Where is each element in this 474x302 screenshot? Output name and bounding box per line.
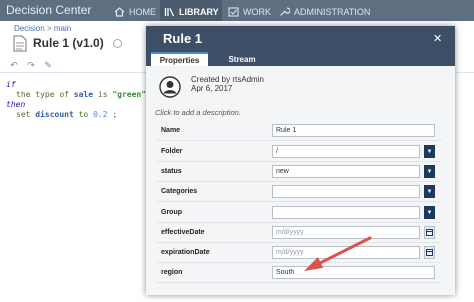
code-line-then: then <box>6 100 146 110</box>
home-icon <box>114 7 125 17</box>
nav-work[interactable]: WORK <box>228 5 271 19</box>
property-label: status <box>161 168 182 175</box>
chevron-down-icon[interactable]: ▼ <box>424 165 435 178</box>
info-icon[interactable] <box>113 39 122 48</box>
editor-toolbar: ↶ ↷ ✎ <box>8 60 54 71</box>
redo-icon[interactable]: ↷ <box>25 60 37 71</box>
code-number: 0.2 <box>93 110 108 119</box>
dialog-title: Rule 1 <box>163 31 203 46</box>
wrench-icon <box>280 7 290 16</box>
status-select[interactable]: new <box>272 165 420 178</box>
property-label: Folder <box>161 148 183 155</box>
undo-icon[interactable]: ↶ <box>8 60 20 71</box>
code-variable-sale: sale <box>73 90 94 99</box>
property-label: effectiveDate <box>161 229 205 236</box>
code-line-condition: the type of sale is "green" <box>6 90 146 100</box>
property-label: Categories <box>161 188 198 195</box>
edit-menu-icon[interactable]: ✎ <box>42 60 54 71</box>
property-row-status: status new ▼ <box>156 164 442 182</box>
keyword-then: then <box>6 100 26 109</box>
app-brand: Decision Center <box>6 3 92 17</box>
breadcrumb: Decision > main <box>14 24 71 33</box>
breadcrumb-separator: > <box>46 24 52 33</box>
code-text: set <box>16 110 36 119</box>
property-label: region <box>161 269 183 276</box>
page-title: Rule 1 (v1.0) <box>33 36 104 50</box>
chevron-down-icon[interactable]: ▼ <box>424 145 435 158</box>
code-string-green: "green" <box>112 90 147 99</box>
code-line-if: if <box>6 80 146 90</box>
calendar-icon <box>426 229 433 236</box>
keyword-if: if <box>6 80 16 89</box>
tab-stream[interactable]: Stream <box>218 52 266 66</box>
nav-work-label: WORK <box>243 7 271 17</box>
property-row-group: Group ▼ <box>156 205 442 223</box>
chevron-down-icon[interactable]: ▼ <box>424 206 435 219</box>
region-field[interactable]: South <box>272 266 435 279</box>
calendar-icon <box>426 249 433 256</box>
rule-properties-dialog: Rule 1 ✕ Properties Stream Created by rt… <box>146 26 455 295</box>
user-avatar-icon <box>159 76 181 98</box>
nav-home-label: HOME <box>129 7 156 17</box>
property-row-folder: Folder / ▼ <box>156 144 442 162</box>
property-label: Group <box>161 209 182 216</box>
document-icon <box>13 35 27 52</box>
created-date-text: Apr 6, 2017 <box>191 84 233 93</box>
property-row-categories: Categories ▼ <box>156 184 442 202</box>
rule-code-editor[interactable]: if the type of sale is "green" then set … <box>6 80 146 120</box>
nav-home[interactable]: HOME <box>114 5 156 19</box>
chevron-down-icon[interactable]: ▼ <box>424 185 435 198</box>
code-text: the type of <box>16 90 74 99</box>
library-icon <box>164 8 175 17</box>
nav-library[interactable]: LIBRARY <box>164 5 219 19</box>
property-label: Name <box>161 127 181 134</box>
close-icon[interactable]: ✕ <box>433 32 442 45</box>
effective-date-field[interactable]: m/d/yyyy <box>272 226 420 239</box>
top-nav-bar: Decision Center HOME LIBRARY WORK ADMINI… <box>0 0 474 21</box>
description-placeholder[interactable]: Click to add a description. <box>155 108 241 117</box>
property-row-expiration-date: expirationDate m/d/yyyy <box>156 245 442 263</box>
nav-library-label: LIBRARY <box>179 7 219 17</box>
categories-select[interactable] <box>272 185 420 198</box>
calendar-button[interactable] <box>424 246 435 259</box>
app-window: Decision Center HOME LIBRARY WORK ADMINI… <box>0 0 474 302</box>
property-row-name: Name Rule 1 <box>156 123 442 141</box>
nav-administration-label: ADMINISTRATION <box>294 7 371 17</box>
work-icon <box>228 7 239 17</box>
group-select[interactable] <box>272 206 420 219</box>
nav-administration[interactable]: ADMINISTRATION <box>279 5 370 19</box>
code-variable-discount: discount <box>35 110 74 119</box>
property-row-effective-date: effectiveDate m/d/yyyy <box>156 225 442 243</box>
code-text: is <box>93 90 113 99</box>
breadcrumb-main[interactable]: main <box>54 24 71 33</box>
dialog-header: Rule 1 ✕ Properties Stream <box>146 26 455 66</box>
calendar-button[interactable] <box>424 226 435 239</box>
breadcrumb-decision[interactable]: Decision <box>14 24 45 33</box>
property-label: expirationDate <box>161 249 210 256</box>
name-field[interactable]: Rule 1 <box>272 124 435 137</box>
expiration-date-field[interactable]: m/d/yyyy <box>272 246 420 259</box>
code-line-action: set discount to 0.2 ; <box>6 110 146 120</box>
folder-select[interactable]: / <box>272 145 420 158</box>
code-text: to <box>73 110 94 119</box>
property-row-region: region South <box>156 265 442 283</box>
created-by-text: Created by rtsAdmin <box>191 75 264 84</box>
tab-properties[interactable]: Properties <box>151 52 208 66</box>
code-text: ; <box>107 110 118 119</box>
